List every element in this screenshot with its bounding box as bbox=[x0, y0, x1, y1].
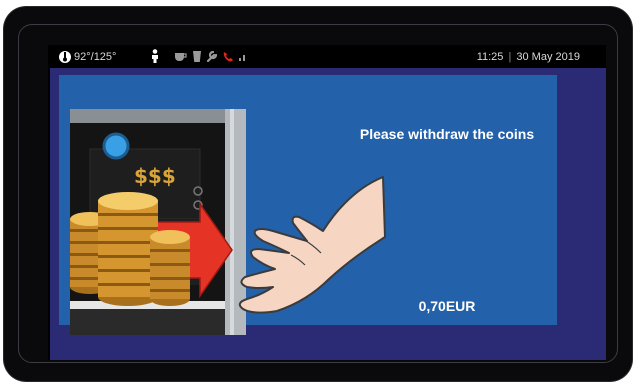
instruction-message: Please withdraw the coins bbox=[359, 126, 535, 142]
person-icon bbox=[152, 49, 158, 63]
device-frame: 92°/125° 11:25 | 30 May 2019 $$$ Please … bbox=[4, 7, 632, 381]
time-text: 11:25 bbox=[476, 51, 504, 63]
withdraw-coins-panel: $$$ Please withdraw the coins 0,70EUR bbox=[59, 75, 557, 335]
status-icons bbox=[150, 49, 248, 63]
temperature-indicator: 92°/125° bbox=[58, 50, 116, 64]
status-bar: 92°/125° 11:25 | 30 May 2019 bbox=[48, 45, 606, 69]
temperature-text: 92°/125° bbox=[74, 51, 117, 63]
coin-dispenser-illustration: $$$ bbox=[70, 109, 246, 335]
screen: 92°/125° 11:25 | 30 May 2019 $$$ Please … bbox=[48, 45, 606, 360]
thermometer-icon bbox=[59, 51, 71, 63]
svg-text:$$$: $$$ bbox=[134, 164, 176, 188]
clock: 11:25 | 30 May 2019 bbox=[477, 51, 580, 63]
hand-icon bbox=[238, 176, 386, 314]
cup-icon bbox=[175, 53, 187, 61]
wrench-icon bbox=[206, 50, 218, 62]
bucket-icon bbox=[193, 50, 201, 62]
date-text: 30 May 2019 bbox=[516, 51, 580, 63]
amount-display: 0,70EUR bbox=[418, 298, 476, 314]
phone-icon bbox=[223, 52, 233, 62]
signal-icon bbox=[239, 55, 245, 61]
time-date-separator: | bbox=[508, 51, 512, 63]
